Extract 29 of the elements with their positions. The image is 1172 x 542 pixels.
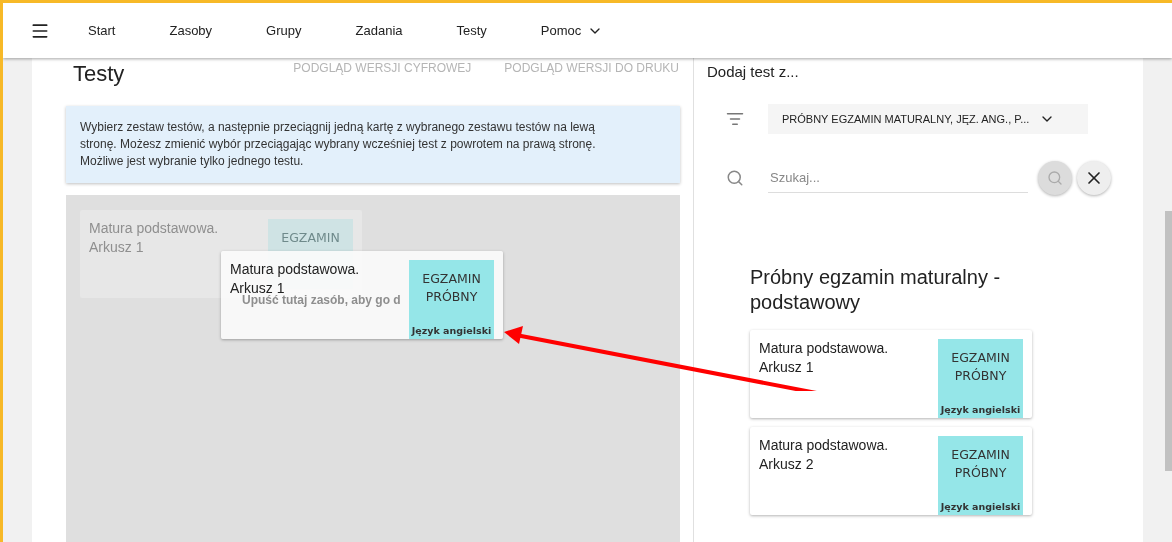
search-icon <box>1047 170 1063 186</box>
nav-link[interactable]: Testy <box>456 23 487 38</box>
badge-subject: Język angielski <box>411 325 492 336</box>
section-title: Próbny egzamin maturalny - podstawowy <box>750 265 1002 315</box>
filter-icon <box>726 110 744 128</box>
nav-link[interactable]: Zadania <box>355 23 403 38</box>
test-card[interactable]: Matura podstawowa. Arkusz 2 EGZAMIN PRÓBNY Język angielski <box>750 427 1032 515</box>
nav-link[interactable]: Start <box>88 23 116 38</box>
drop-hint: Upuść tutaj zasób, aby go d <box>242 293 401 307</box>
page-title: Testy <box>73 61 126 87</box>
badge-title: EGZAMIN <box>280 229 341 247</box>
search-icon <box>726 169 744 187</box>
badge-title: EGZAMIN PRÓBNY <box>950 349 1011 385</box>
card-title: Matura podstawowa. Arkusz 1 <box>230 260 360 296</box>
info-message: Wybierz zestaw testów, a następnie przeciągnij jedną kartę z wybranego zestawu testów na lewą stronę. Możesz zmienić wybór przeciągając wybrany wcześniej test z powrotem na prawą stronę. Możliwe jest wybranie tylko jednego testu. <box>66 106 680 183</box>
nav-link[interactable]: Pomoc <box>540 22 604 39</box>
set-dropdown[interactable]: PRÓBNY EGZAMIN MATURALNY, JĘZ. ANG., P... <box>768 104 1088 134</box>
badge-subject: Język angielski <box>940 501 1021 512</box>
card-title: Matura podstawowa. Arkusz 2 <box>759 436 890 474</box>
nav-link[interactable]: Grupy <box>266 23 302 38</box>
badge-title: EGZAMIN PRÓBNY <box>421 270 482 306</box>
clear-button[interactable] <box>1077 161 1111 195</box>
panel-heading: Dodaj test z... <box>707 63 800 80</box>
nav-link[interactable]: Zasoby <box>169 23 213 38</box>
card-title: Matura podstawowa. Arkusz 1 <box>89 219 220 257</box>
badge-title: EGZAMIN PRÓBNY <box>950 446 1011 482</box>
test-card[interactable]: Matura podstawowa. Arkusz 1 EGZAMIN PRÓBNY Język angielski <box>750 330 1032 418</box>
card-title: Matura podstawowa. Arkusz 1 <box>759 339 890 377</box>
badge-subject: Język angielski <box>940 404 1021 415</box>
